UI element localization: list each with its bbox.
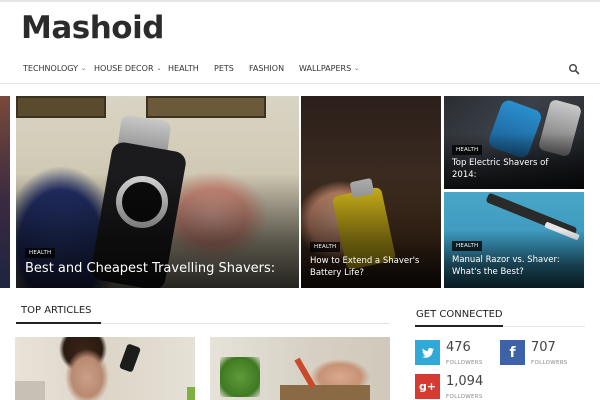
- chevron-down-icon: ⌄: [156, 65, 162, 72]
- nav-item-label: HOUSE DECOR: [94, 64, 154, 73]
- nav-item-wallpapers[interactable]: WALLPAPERS ⌄: [299, 64, 359, 73]
- search-icon[interactable]: [568, 63, 580, 75]
- follower-label: FOLLOWERS: [446, 394, 483, 400]
- article-title-line: How to Extend a Shaver's: [310, 256, 420, 266]
- twitter-icon[interactable]: [415, 340, 440, 365]
- section-accent: [16, 322, 101, 324]
- article-title-line: Top Electric Shavers of: [452, 158, 549, 168]
- top-article-card[interactable]: [15, 337, 195, 400]
- hero-article-manual-razor[interactable]: HEALTH Manual Razor vs. Shaver: What's t…: [444, 192, 584, 288]
- nav-item-label: PETS: [214, 64, 234, 73]
- nav-item-label: HEALTH: [168, 64, 199, 73]
- article-title-line: Manual Razor vs. Shaver:: [452, 255, 560, 265]
- nav-item-label: WALLPAPERS: [299, 64, 352, 73]
- follower-label: FOLLOWERS: [446, 360, 483, 366]
- nav-item-pets[interactable]: PETS: [214, 64, 234, 73]
- category-tag[interactable]: HEALTH: [25, 248, 56, 258]
- slide-image: [0, 96, 10, 288]
- follower-count: 1,094: [446, 374, 484, 389]
- article-title-line: What's the Best?: [452, 267, 524, 277]
- category-tag[interactable]: HEALTH: [452, 145, 483, 155]
- nav-item-label: TECHNOLOGY: [23, 64, 78, 73]
- category-tag[interactable]: HEALTH: [310, 242, 341, 252]
- vegetable: [187, 387, 195, 400]
- follower-label: FOLLOWERS: [531, 360, 568, 366]
- article-title-line: 2014:: [452, 170, 477, 180]
- facebook-icon[interactable]: f: [500, 340, 525, 365]
- main-nav: TECHNOLOGY ⌄ HOUSE DECOR ⌄ HEALTH PETS FAS…: [0, 55, 600, 84]
- article-title[interactable]: Best and Cheapest Travelling Shavers:: [25, 261, 275, 276]
- greens: [220, 357, 260, 397]
- top-articles-heading: TOP ARTICLES: [21, 305, 92, 316]
- article-title-line: Battery Life?: [310, 268, 364, 278]
- chevron-down-icon: ⌄: [354, 65, 360, 72]
- hero-previous-slide[interactable]: [0, 96, 10, 288]
- section-accent: [415, 325, 503, 327]
- nav-item-technology[interactable]: TECHNOLOGY ⌄: [23, 64, 86, 73]
- article-title[interactable]: How to Extend a Shaver's Battery Life?: [310, 255, 419, 279]
- get-connected-heading: GET CONNECTED: [416, 309, 503, 320]
- nav-item-label: FASHION: [249, 64, 285, 73]
- wall-frame: [16, 96, 106, 118]
- top-article-card[interactable]: [210, 337, 390, 400]
- kitchen-counter: [15, 381, 45, 400]
- wall-frame: [146, 96, 266, 118]
- chevron-down-icon: ⌄: [80, 65, 87, 72]
- hero-main-article[interactable]: HEALTH Best and Cheapest Travelling Shav…: [16, 96, 299, 288]
- top-border: [0, 0, 600, 2]
- article-title[interactable]: Manual Razor vs. Shaver: What's the Best…: [452, 254, 560, 278]
- follower-count: 707: [531, 340, 556, 355]
- article-title[interactable]: Top Electric Shavers of 2014:: [452, 157, 548, 181]
- hero-article-electric-shavers[interactable]: HEALTH Top Electric Shavers of 2014:: [444, 96, 584, 189]
- nav-item-house-decor[interactable]: HOUSE DECOR ⌄: [94, 64, 162, 73]
- follower-count: 476: [446, 340, 471, 355]
- google-plus-icon[interactable]: g+: [415, 374, 440, 399]
- hero-article-battery[interactable]: HEALTH How to Extend a Shaver's Battery …: [301, 96, 441, 288]
- cutting-board: [280, 385, 370, 400]
- nav-item-fashion[interactable]: FASHION: [249, 64, 284, 73]
- nav-item-health[interactable]: HEALTH: [168, 64, 199, 73]
- category-tag[interactable]: HEALTH: [452, 241, 483, 251]
- site-logo[interactable]: Mashoid: [21, 10, 164, 46]
